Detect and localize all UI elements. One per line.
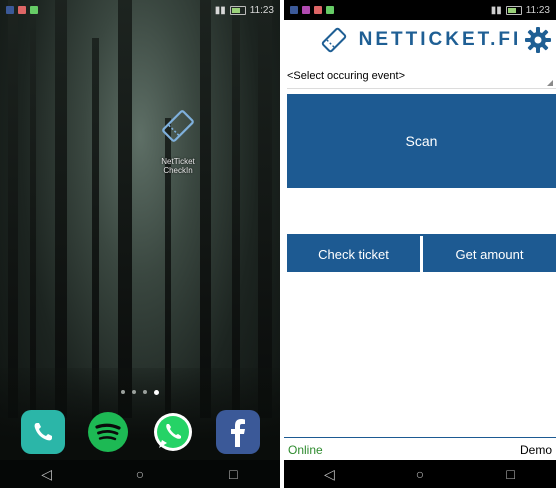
scan-button[interactable]: Scan <box>287 94 556 188</box>
app-header: NETTICKET.FI <box>284 20 556 60</box>
play-notification-icon <box>326 6 334 14</box>
wallpaper-tree <box>200 0 211 418</box>
home-screen: ▮▮ 11:23 NetTicket CheckIn ◁ ○ □ <box>0 0 280 488</box>
page-dot-active <box>154 390 159 395</box>
wallpaper-tree <box>232 8 240 418</box>
ticket-code-input[interactable] <box>287 198 556 236</box>
get-amount-label: Get amount <box>455 246 524 262</box>
brand-logo: NETTICKET.FI <box>319 25 522 55</box>
status-bar: ▮▮ 11:23 <box>0 0 280 20</box>
battery-icon <box>505 5 522 15</box>
recents-button[interactable]: □ <box>496 466 526 482</box>
home-button[interactable]: ○ <box>125 466 155 482</box>
mode-status: Demo <box>519 442 552 457</box>
check-ticket-button[interactable]: Check ticket <box>287 236 420 272</box>
connection-status: Online <box>288 442 323 457</box>
status-bar: ▮▮ 11:23 <box>284 0 556 20</box>
app-icon-label: NetTicket CheckIn <box>150 157 206 175</box>
page-indicator <box>0 390 280 395</box>
app-notification-icon <box>302 6 310 14</box>
page-dot <box>143 390 147 394</box>
whatsapp-icon[interactable] <box>151 410 195 454</box>
facebook-f-glyph <box>230 419 245 447</box>
app-label-line2: CheckIn <box>163 166 193 175</box>
check-ticket-label: Check ticket <box>318 246 389 262</box>
dropdown-corner-icon <box>547 80 553 86</box>
wallpaper-tree <box>258 0 272 418</box>
ticket-icon <box>162 110 194 142</box>
signal-icon: ▮▮ <box>214 4 226 16</box>
status-time: 11:23 <box>249 4 274 16</box>
wallpaper-tree <box>30 18 36 418</box>
mail-notification-icon <box>314 6 322 14</box>
status-footer: Online Demo <box>284 437 556 461</box>
facebook-notification-icon <box>6 6 14 14</box>
status-time: 11:23 <box>525 4 550 16</box>
signal-icon: ▮▮ <box>490 4 502 16</box>
facebook-notification-icon <box>290 6 298 14</box>
wallpaper-tree <box>55 0 67 418</box>
app-label-line1: NetTicket <box>161 157 195 166</box>
navigation-bar: ◁ ○ □ <box>0 460 280 488</box>
netticket-app-screen: ▮▮ 11:23 NETTICKET.FI <Select occuring e… <box>284 0 556 488</box>
navigation-bar: ◁ ○ □ <box>284 460 556 488</box>
event-select-value: <Select occuring event> <box>287 70 406 82</box>
action-buttons: Check ticket Get amount <box>287 236 556 272</box>
phone-icon[interactable] <box>20 410 65 454</box>
scan-button-label: Scan <box>405 133 438 149</box>
page-dot <box>132 390 136 394</box>
dock <box>0 406 280 458</box>
recents-button[interactable]: □ <box>218 466 248 482</box>
whatsapp-glyph <box>153 413 192 451</box>
event-select[interactable]: <Select occuring event> <box>287 64 556 89</box>
settings-gear-icon[interactable] <box>524 26 552 54</box>
back-button[interactable]: ◁ <box>32 466 62 483</box>
ticket-icon <box>321 27 346 53</box>
brand-text: NETTICKET.FI <box>358 29 522 50</box>
home-button[interactable]: ○ <box>405 466 435 482</box>
play-notification-icon <box>30 6 38 14</box>
page-dot <box>121 390 125 394</box>
facebook-icon[interactable] <box>215 410 260 454</box>
battery-icon <box>229 5 246 15</box>
wallpaper-tree <box>8 0 18 418</box>
back-button[interactable]: ◁ <box>314 466 344 483</box>
wallpaper-tree <box>118 0 132 418</box>
get-amount-button[interactable]: Get amount <box>423 236 556 272</box>
spotify-glyph <box>87 412 128 452</box>
netticket-checkin-app-icon[interactable]: NetTicket CheckIn <box>150 104 206 175</box>
wallpaper-tree <box>92 38 99 418</box>
phone-handset-glyph <box>34 423 52 441</box>
spotify-icon[interactable] <box>86 410 130 454</box>
mail-notification-icon <box>18 6 26 14</box>
